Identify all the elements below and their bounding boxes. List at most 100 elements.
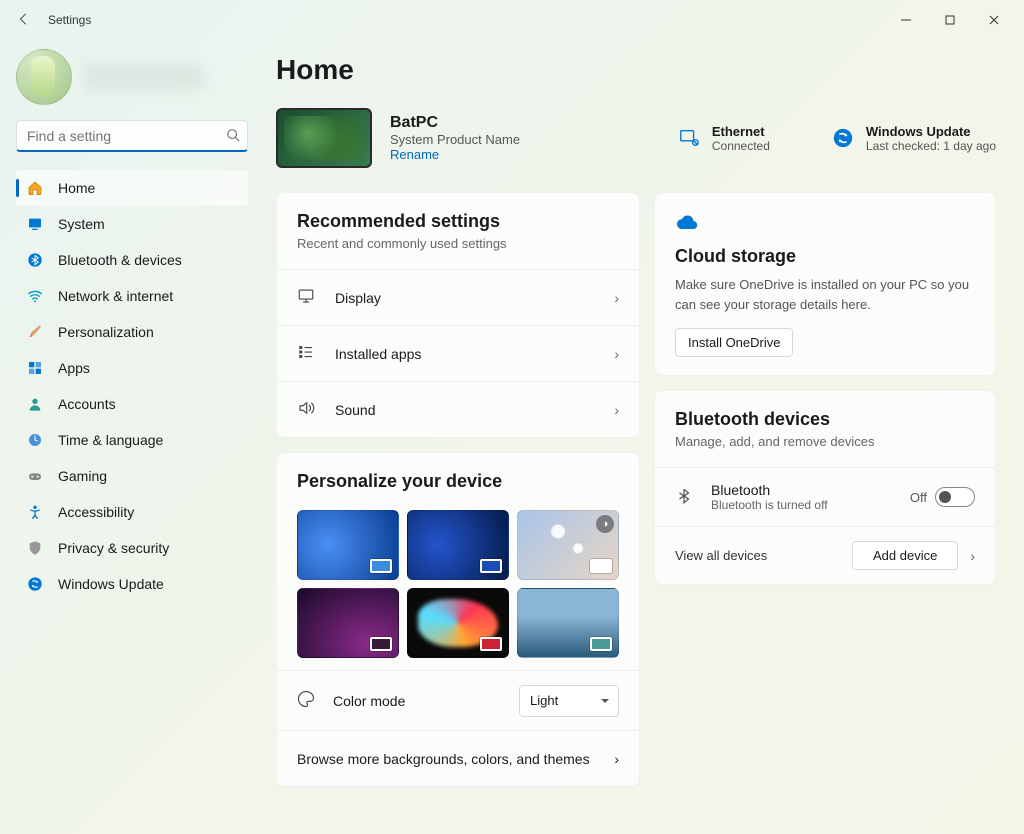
content-area: Home BatPC System Product Name Rename Et… (258, 40, 1024, 834)
recommended-title: Recommended settings (297, 211, 619, 232)
nav-accessibility[interactable]: Accessibility (16, 494, 248, 530)
bt-row-sub: Bluetooth is turned off (711, 498, 910, 512)
accessibility-icon (26, 503, 44, 521)
personalize-card: Personalize your device ◑ Color mode Lig… (276, 452, 640, 787)
nav-label: Accounts (58, 396, 116, 412)
search-box[interactable] (16, 120, 248, 152)
nav-personalization[interactable]: Personalization (16, 314, 248, 350)
maximize-button[interactable] (928, 5, 972, 35)
nav-label: Home (58, 180, 95, 196)
nav-label: Windows Update (58, 576, 164, 592)
chevron-right-icon[interactable]: › (970, 548, 975, 564)
nav-bluetooth[interactable]: Bluetooth & devices (16, 242, 248, 278)
nav-label: Network & internet (58, 288, 173, 304)
shield-icon (26, 539, 44, 557)
selected-indicator-icon: ◑ (596, 515, 614, 533)
search-icon (226, 128, 240, 145)
rename-link[interactable]: Rename (390, 147, 520, 162)
color-mode-label: Color mode (333, 693, 519, 709)
bluetooth-toggle[interactable] (935, 487, 975, 507)
recommended-sub: Recent and commonly used settings (297, 236, 619, 251)
minimize-button[interactable] (884, 5, 928, 35)
recommended-card: Recommended settings Recent and commonly… (276, 192, 640, 438)
cloud-desc: Make sure OneDrive is installed on your … (675, 275, 975, 314)
nav-label: Gaming (58, 468, 107, 484)
chevron-right-icon: › (614, 402, 619, 418)
chevron-right-icon: › (614, 346, 619, 362)
nav-accounts[interactable]: Accounts (16, 386, 248, 422)
theme-option-5[interactable] (407, 588, 509, 658)
ethernet-title: Ethernet (712, 124, 770, 139)
color-mode-row: Color mode Light (277, 670, 639, 730)
bluetooth-footer: View all devices Add device › (655, 526, 995, 584)
bluetooth-title: Bluetooth devices (675, 409, 975, 430)
nav-home[interactable]: Home (16, 170, 248, 206)
install-onedrive-button[interactable]: Install OneDrive (675, 328, 793, 357)
bluetooth-icon (675, 487, 695, 508)
nav-list: Home System Bluetooth & devices Network … (16, 170, 248, 602)
nav-label: Accessibility (58, 504, 134, 520)
theme-grid: ◑ (277, 510, 639, 670)
home-icon (26, 179, 44, 197)
nav-update[interactable]: Windows Update (16, 566, 248, 602)
system-icon (26, 215, 44, 233)
chevron-right-icon: › (614, 751, 619, 767)
add-device-button[interactable]: Add device (852, 541, 958, 570)
browse-label: Browse more backgrounds, colors, and the… (297, 751, 614, 767)
bluetooth-card: Bluetooth devices Manage, add, and remov… (654, 390, 996, 585)
palette-icon (297, 690, 317, 711)
theme-option-6[interactable] (517, 588, 619, 658)
nav-network[interactable]: Network & internet (16, 278, 248, 314)
view-all-devices-link[interactable]: View all devices (675, 548, 852, 563)
device-name: BatPC (390, 114, 520, 132)
bt-state: Off (910, 490, 927, 505)
apps-icon (26, 359, 44, 377)
color-mode-select[interactable]: Light (519, 685, 619, 717)
wifi-icon (26, 287, 44, 305)
nav-label: Bluetooth & devices (58, 252, 182, 268)
cloud-icon (675, 211, 975, 238)
person-icon (26, 395, 44, 413)
avatar (16, 49, 72, 105)
nav-system[interactable]: System (16, 206, 248, 242)
search-input[interactable] (16, 120, 248, 152)
theme-option-1[interactable] (297, 510, 399, 580)
ethernet-status[interactable]: Ethernet Connected (676, 124, 770, 153)
close-button[interactable] (972, 5, 1016, 35)
theme-option-2[interactable] (407, 510, 509, 580)
cloud-card: Cloud storage Make sure OneDrive is inst… (654, 192, 996, 376)
theme-option-3[interactable]: ◑ (517, 510, 619, 580)
gamepad-icon (26, 467, 44, 485)
device-thumbnail[interactable] (276, 108, 372, 168)
nav-label: Time & language (58, 432, 163, 448)
profile-block[interactable] (16, 48, 248, 106)
profile-name-redacted (84, 63, 204, 91)
theme-option-4[interactable] (297, 588, 399, 658)
nav-time[interactable]: Time & language (16, 422, 248, 458)
setting-display[interactable]: Display › (277, 269, 639, 325)
back-button[interactable] (8, 12, 40, 29)
bluetooth-sub: Manage, add, and remove devices (675, 434, 975, 449)
device-product: System Product Name (390, 132, 520, 147)
display-icon (297, 287, 317, 308)
browse-more-row[interactable]: Browse more backgrounds, colors, and the… (277, 730, 639, 786)
nav-label: System (58, 216, 105, 232)
nav-privacy[interactable]: Privacy & security (16, 530, 248, 566)
device-header: BatPC System Product Name Rename Etherne… (276, 108, 996, 168)
sidebar: Home System Bluetooth & devices Network … (0, 40, 258, 834)
nav-gaming[interactable]: Gaming (16, 458, 248, 494)
setting-label: Display (335, 290, 614, 306)
personalize-title: Personalize your device (297, 471, 619, 492)
bt-row-title: Bluetooth (711, 482, 910, 498)
bluetooth-toggle-row: Bluetooth Bluetooth is turned off Off (655, 467, 995, 526)
chevron-right-icon: › (614, 290, 619, 306)
setting-label: Installed apps (335, 346, 614, 362)
window-title: Settings (48, 13, 91, 27)
update-status[interactable]: Windows Update Last checked: 1 day ago (830, 124, 996, 153)
apps-list-icon (297, 343, 317, 364)
update-icon (830, 125, 856, 151)
setting-installed-apps[interactable]: Installed apps › (277, 325, 639, 381)
globe-clock-icon (26, 431, 44, 449)
setting-sound[interactable]: Sound › (277, 381, 639, 437)
nav-apps[interactable]: Apps (16, 350, 248, 386)
